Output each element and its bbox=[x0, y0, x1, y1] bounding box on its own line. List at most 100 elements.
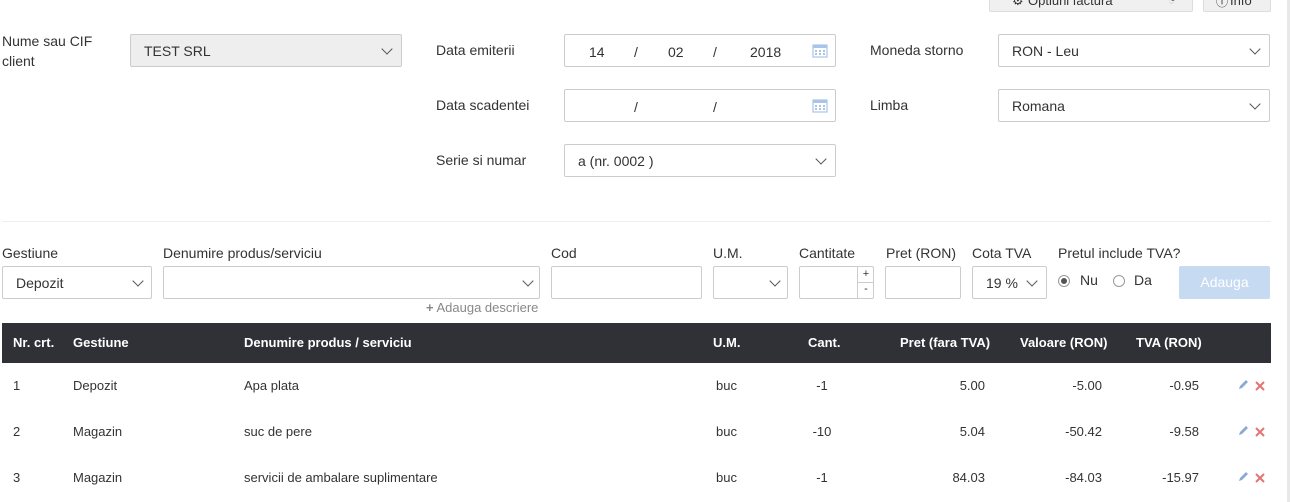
client-label: Nume sau CIF client bbox=[2, 33, 93, 69]
cell-gestiune: Magazin bbox=[73, 424, 123, 439]
items-table-header: Nr. crt. Gestiune Denumire produs / serv… bbox=[2, 323, 1271, 363]
close-icon[interactable] bbox=[1254, 424, 1266, 438]
gestiune-label: Gestiune bbox=[2, 245, 59, 261]
language-label: Limba bbox=[870, 97, 909, 113]
add-button-label: Adauga bbox=[1200, 274, 1249, 290]
product-select[interactable] bbox=[163, 266, 540, 299]
radio-yes-label: Da bbox=[1134, 272, 1152, 288]
price-label: Pret (RON) bbox=[886, 245, 956, 261]
radio-no[interactable] bbox=[1058, 275, 1070, 287]
language-select[interactable]: Romana bbox=[998, 89, 1270, 122]
pencil-icon[interactable] bbox=[1237, 424, 1249, 438]
table-row: 1 Depozit Apa plata buc -1 5.00 -5.00 -0… bbox=[2, 363, 1271, 409]
info-label: Info bbox=[1230, 0, 1252, 8]
invoice-options-label: Optiuni factura bbox=[1028, 0, 1113, 8]
qty-input[interactable]: + - bbox=[799, 266, 874, 299]
cell-nr: 2 bbox=[13, 424, 21, 439]
cell-nr: 3 bbox=[13, 470, 21, 485]
series-select[interactable]: a (nr. 0002 ) bbox=[564, 144, 836, 177]
cell-um: buc bbox=[716, 424, 737, 439]
cell-nr: 1 bbox=[13, 378, 21, 393]
cell-value: -84.03 bbox=[1065, 470, 1102, 485]
info-button[interactable]: ⓘ Info bbox=[1203, 0, 1271, 12]
col-product: Denumire produs / serviciu bbox=[244, 335, 412, 350]
pencil-icon[interactable] bbox=[1237, 470, 1249, 484]
gestiune-select[interactable]: Depozit bbox=[2, 266, 152, 299]
date-separator: / bbox=[713, 44, 717, 60]
cell-qty: -1 bbox=[816, 470, 828, 485]
vat-label: Cota TVA bbox=[972, 245, 1032, 261]
table-row: 2 Magazin suc de pere buc -10 5.04 -50.4… bbox=[2, 409, 1271, 455]
pencil-icon[interactable] bbox=[1237, 378, 1249, 392]
cell-value: -50.42 bbox=[1065, 424, 1102, 439]
cell-value: -5.00 bbox=[1072, 378, 1102, 393]
cell-price: 5.04 bbox=[959, 424, 985, 439]
gestiune-value: Depozit bbox=[16, 275, 64, 291]
product-label: Denumire produs/serviciu bbox=[163, 245, 322, 261]
cod-input[interactable] bbox=[551, 266, 702, 299]
close-icon[interactable] bbox=[1254, 378, 1266, 392]
divider bbox=[2, 221, 1271, 222]
issue-year[interactable]: 2018 bbox=[750, 43, 781, 61]
due-date-field[interactable]: / / bbox=[564, 89, 836, 122]
col-qty: Cant. bbox=[808, 335, 841, 350]
cell-product: suc de pere bbox=[244, 424, 312, 439]
qty-increment-button[interactable]: + bbox=[857, 267, 874, 283]
chevron-down-icon bbox=[1026, 275, 1038, 287]
chevron-down-icon bbox=[1249, 43, 1261, 55]
col-nr: Nr. crt. bbox=[13, 335, 55, 350]
currency-select[interactable]: RON - Leu bbox=[998, 34, 1270, 67]
qty-decrement-button[interactable]: - bbox=[857, 283, 874, 298]
close-icon[interactable] bbox=[1254, 470, 1266, 484]
col-um: U.M. bbox=[713, 335, 741, 350]
cod-label: Cod bbox=[551, 245, 577, 261]
series-label: Serie si numar bbox=[436, 152, 527, 168]
col-value: Valoare (RON) bbox=[1020, 335, 1108, 350]
currency-value: RON - Leu bbox=[1012, 43, 1079, 59]
qty-label: Cantitate bbox=[799, 245, 856, 261]
vat-value: 19 % bbox=[986, 275, 1018, 291]
col-price: Pret (fara TVA) bbox=[900, 335, 991, 350]
vat-included-label: Pretul include TVA? bbox=[1058, 245, 1181, 261]
radio-no-label: Nu bbox=[1080, 272, 1098, 288]
add-description-link[interactable]: + Adauga descriere bbox=[426, 299, 538, 317]
language-value: Romana bbox=[1012, 98, 1065, 114]
cell-um: buc bbox=[716, 470, 737, 485]
cell-um: buc bbox=[716, 378, 737, 393]
issue-date-label: Data emiterii bbox=[436, 42, 515, 58]
issue-month[interactable]: 02 bbox=[668, 43, 684, 61]
cell-vat: -15.97 bbox=[1162, 470, 1199, 485]
caret-icon: ◔ bbox=[1168, 0, 1176, 7]
cell-vat: -0.95 bbox=[1169, 378, 1199, 393]
plus-label: + bbox=[862, 268, 870, 280]
cell-price: 84.03 bbox=[952, 470, 985, 485]
info-icon: ⓘ bbox=[1216, 0, 1229, 9]
chevron-down-icon bbox=[815, 153, 827, 165]
series-value: a (nr. 0002 ) bbox=[578, 153, 654, 169]
issue-date-field[interactable]: 14 / 02 / 2018 bbox=[564, 34, 836, 67]
chevron-down-icon bbox=[1249, 98, 1261, 110]
issue-day[interactable]: 14 bbox=[589, 43, 605, 61]
cell-vat: -9.58 bbox=[1169, 424, 1199, 439]
gear-icon: ⚙ bbox=[1012, 0, 1024, 8]
um-select[interactable] bbox=[713, 266, 788, 299]
chevron-down-icon bbox=[522, 275, 534, 287]
invoice-options-button[interactable]: ⚙ Optiuni factura ◔ bbox=[989, 0, 1193, 12]
chevron-down-icon bbox=[769, 275, 781, 287]
vat-select[interactable]: 19 % bbox=[972, 266, 1047, 299]
add-description-label: Adauga descriere bbox=[436, 300, 539, 315]
um-label: U.M. bbox=[713, 245, 743, 261]
cell-gestiune: Depozit bbox=[73, 378, 118, 393]
due-date-label: Data scadentei bbox=[436, 97, 530, 113]
client-value: TEST SRL bbox=[144, 43, 211, 59]
calendar-icon[interactable] bbox=[812, 42, 828, 58]
client-select[interactable]: TEST SRL bbox=[130, 34, 402, 67]
chevron-down-icon bbox=[132, 275, 144, 287]
radio-yes[interactable] bbox=[1113, 275, 1125, 287]
cell-price: 5.00 bbox=[959, 378, 985, 393]
add-button[interactable]: Adauga bbox=[1179, 266, 1270, 299]
calendar-icon[interactable] bbox=[812, 97, 828, 113]
date-separator: / bbox=[634, 99, 638, 115]
cell-product: Apa plata bbox=[244, 378, 299, 393]
price-input[interactable] bbox=[885, 266, 961, 299]
